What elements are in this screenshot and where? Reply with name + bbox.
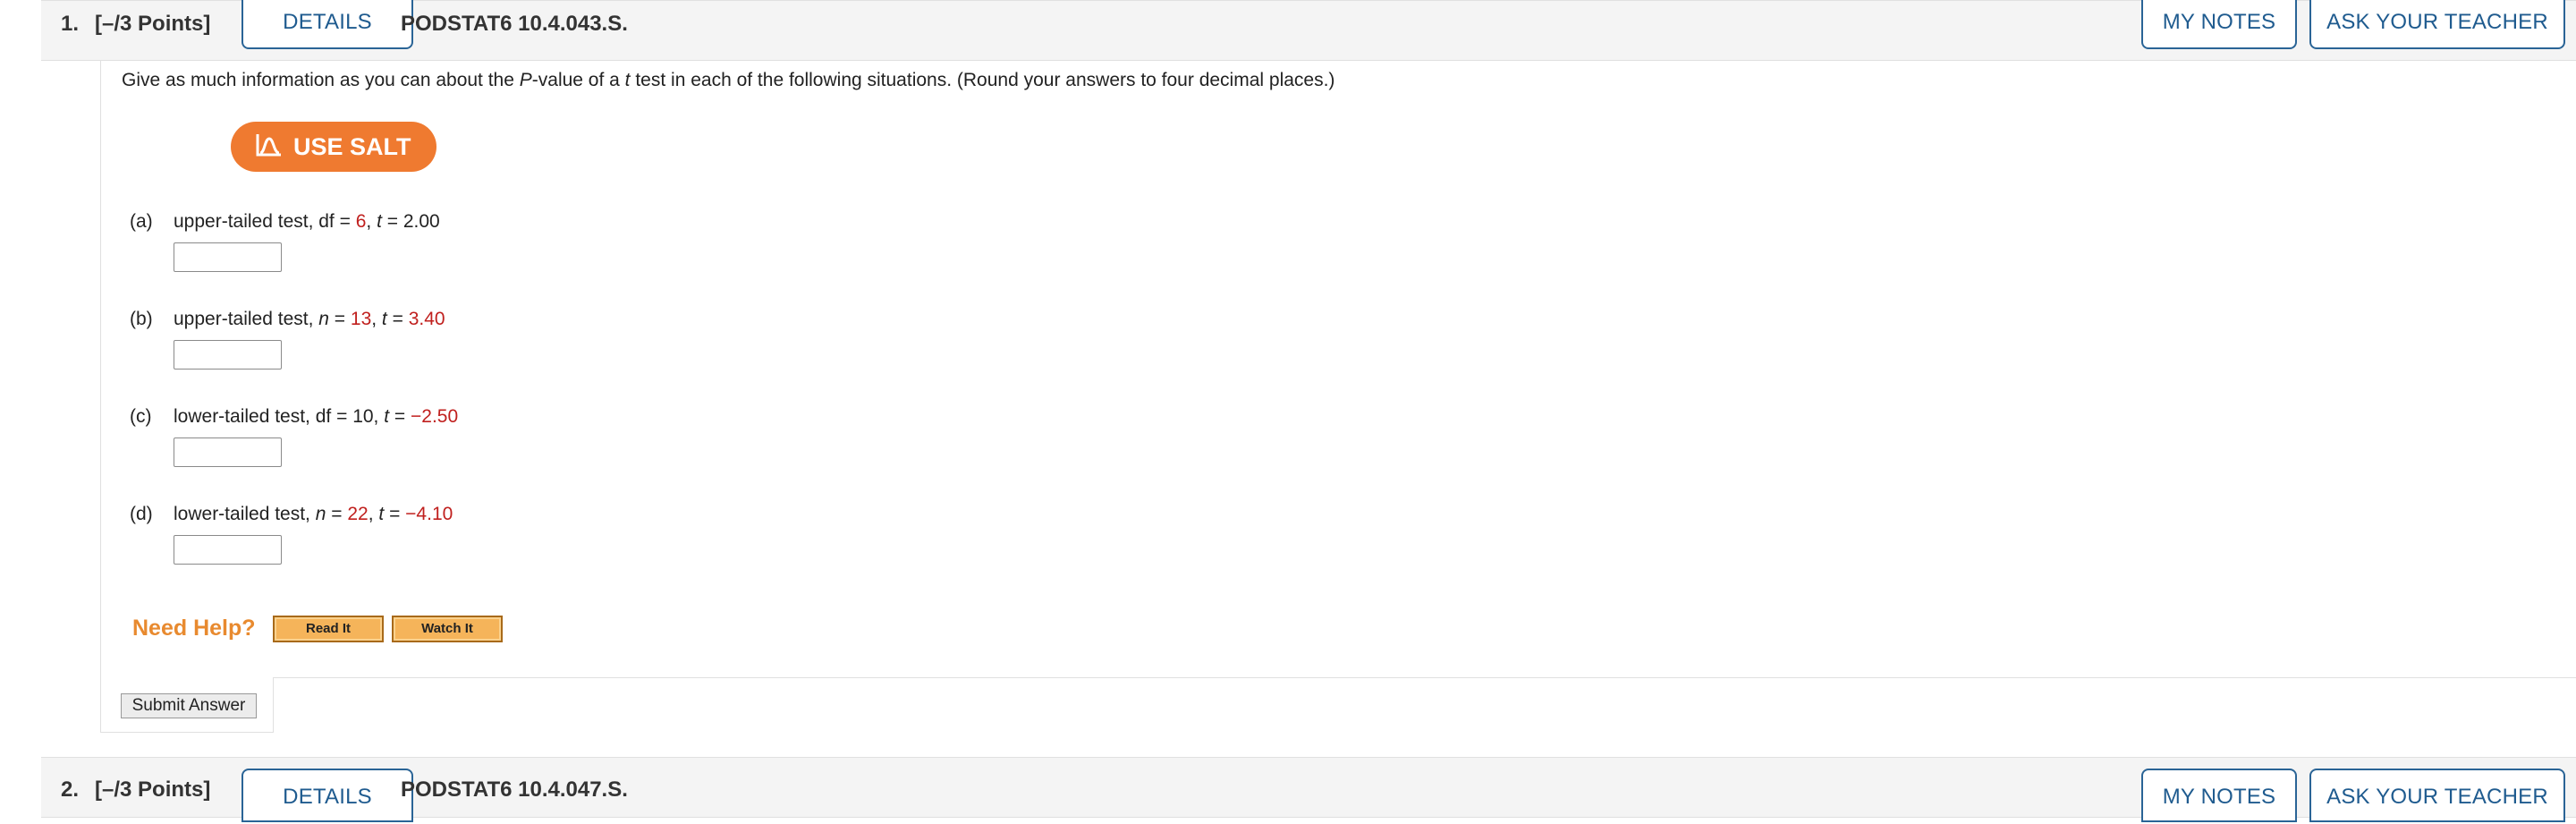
part-d-label: (d) [130,504,153,524]
part-a-label: (a) [130,211,153,232]
salt-chart-icon [256,123,283,174]
part-b-n-value: 13 [350,309,372,329]
question-points: [–/3 Points] [95,12,211,36]
use-salt-label: USE SALT [293,133,411,160]
my-notes-button[interactable]: MY NOTES [2141,0,2297,49]
question-code: PODSTAT6 10.4.047.S. [401,777,628,802]
part-b-n-var: n [318,309,329,329]
part-a-desc: upper-tailed test, df = [174,211,356,232]
part-b-eq2: = [386,309,409,329]
details-button[interactable]: DETAILS [242,769,413,822]
prompt-text: Give as much information as you can abou… [122,70,520,90]
part-d-desc: lower-tailed test, [174,504,316,524]
prompt-p: P [519,70,532,90]
need-help-label: Need Help? [132,616,256,641]
part-a-t-value: 2.00 [402,211,440,232]
part-c-t-value: −2.50 [411,406,459,427]
submit-area: Submit Answer [100,677,274,733]
my-notes-button[interactable]: MY NOTES [2141,769,2297,822]
part-c-label: (c) [130,406,152,427]
question-number: 1. [61,12,80,36]
part-c-text: lower-tailed test, df = 10, t = −2.50 [174,406,458,428]
read-it-button[interactable]: Read It [273,616,384,642]
details-button[interactable]: DETAILS [242,0,413,49]
part-d-eq1: = [326,504,348,524]
part-b-desc: upper-tailed test, [174,309,319,329]
watch-it-button[interactable]: Watch It [392,616,503,642]
part-d-text: lower-tailed test, n = 22, t = −4.10 [174,504,453,525]
part-a-answer-input[interactable] [174,242,282,272]
prompt-text-2: -value of a [531,70,625,90]
part-c-sep: , [373,406,385,427]
ask-your-teacher-button[interactable]: ASK YOUR TEACHER [2309,0,2565,49]
part-d-t-value: −4.10 [405,504,453,524]
part-b-sep: , [371,309,382,329]
part-a-eq: = [381,211,403,232]
part-b-label: (b) [130,309,153,329]
part-a-sep: , [366,211,377,232]
part-b-eq1: = [328,309,351,329]
use-salt-button[interactable]: USE SALT [231,122,436,172]
part-b-text: upper-tailed test, n = 13, t = 3.40 [174,309,445,330]
part-c-df: 10 [352,406,374,427]
part-d-n-var: n [315,504,326,524]
question-code: PODSTAT6 10.4.043.S. [401,12,628,36]
question-1-header: 1. [–/3 Points] DETAILS PODSTAT6 10.4.04… [41,0,2576,61]
part-a-text: upper-tailed test, df = 6, t = 2.00 [174,211,440,233]
part-b-answer-input[interactable] [174,340,282,370]
question-number: 2. [61,777,80,802]
part-d-sep: , [368,504,379,524]
part-d-n-value: 22 [347,504,369,524]
part-d-answer-input[interactable] [174,535,282,565]
part-c-answer-input[interactable] [174,437,282,467]
part-c-eq: = [389,406,411,427]
ask-your-teacher-button[interactable]: ASK YOUR TEACHER [2309,769,2565,822]
question-1-content [100,61,2576,678]
part-b-t-value: 3.40 [408,309,445,329]
submit-answer-button[interactable]: Submit Answer [121,693,257,718]
part-d-eq2: = [384,504,406,524]
question-prompt: Give as much information as you can abou… [122,70,1335,91]
part-c-desc: lower-tailed test, df = [174,406,353,427]
prompt-text-3: test in each of the following situations… [630,70,1335,90]
part-a-df: 6 [355,211,367,232]
question-points: [–/3 Points] [95,777,211,802]
